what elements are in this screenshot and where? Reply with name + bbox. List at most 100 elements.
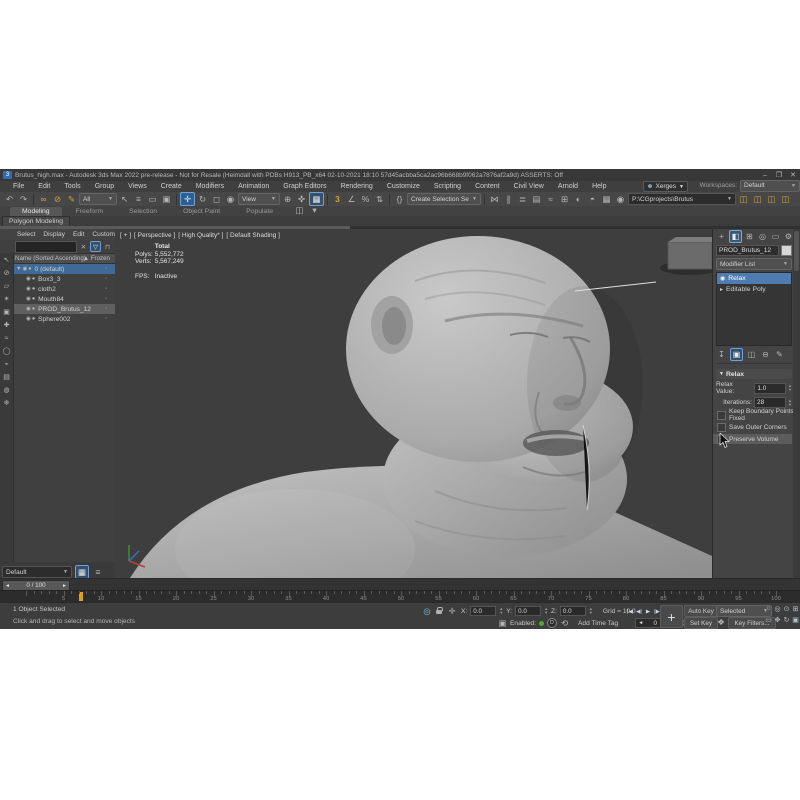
menu-content[interactable]: Content	[468, 181, 507, 192]
rect-selection-icon[interactable]: ▭	[146, 193, 159, 205]
default-set-dropdown[interactable]: Default ▼	[2, 566, 72, 578]
close-button[interactable]: ✕	[786, 170, 800, 180]
menu-group[interactable]: Group	[88, 181, 121, 192]
zoom-icon[interactable]: ○	[764, 604, 773, 613]
d-badge-icon[interactable]: D	[547, 618, 557, 628]
curve-editor-icon[interactable]: ≈	[544, 193, 557, 205]
display-lights-icon[interactable]: ✶	[1, 294, 12, 304]
signin-user-dropdown[interactable]: ☻ Xerges ▼	[643, 181, 688, 192]
spinner-arrows[interactable]: ▲▼	[788, 384, 792, 392]
configure-sets-icon[interactable]: ✎	[774, 349, 785, 360]
zoom-extents-all-icon[interactable]: ⊞	[791, 604, 800, 613]
place-icon[interactable]: ◉	[224, 193, 237, 205]
scale-icon[interactable]: ◻	[210, 193, 223, 205]
bind-spacewarp-icon[interactable]: ✎	[65, 193, 78, 205]
menu-help[interactable]: Help	[585, 181, 613, 192]
display-materials-icon[interactable]: ◍	[1, 385, 12, 395]
window-crossing-icon[interactable]: ▣	[160, 193, 173, 205]
ribbon-tab-populate[interactable]: Populate	[234, 207, 285, 216]
selection-lock-icon[interactable]	[436, 607, 443, 615]
snap-3d-icon[interactable]: 3	[331, 193, 344, 205]
prev-key-arrow[interactable]: ◄	[5, 583, 10, 589]
ribbon-config-icon[interactable]: ◫	[293, 204, 306, 216]
name-column-header[interactable]: Name (Sorted Ascending)	[15, 255, 86, 262]
coord-display-icon[interactable]: ✛	[447, 606, 457, 616]
unlink-icon[interactable]: ⊘	[51, 193, 64, 205]
align-icon[interactable]: ∥	[502, 193, 515, 205]
visibility-eye-icon[interactable]: ◉	[26, 296, 31, 302]
menu-rendering[interactable]: Rendering	[333, 181, 379, 192]
prev-frame-icon[interactable]: ◀|	[635, 606, 643, 618]
checkbox-save-outer-corners[interactable]: Save Outer Corners	[713, 422, 800, 432]
axis-field-x[interactable]: 0.0	[470, 606, 496, 616]
render-setup-icon[interactable]: ◓	[586, 193, 599, 205]
frozen-state-icon[interactable]: ▫	[105, 266, 107, 272]
hierarchy-tab-icon[interactable]: ⊞	[744, 231, 755, 242]
link-icon[interactable]: ∞	[37, 193, 50, 205]
menu-views[interactable]: Views	[121, 181, 154, 192]
display-containers-icon[interactable]: ▤	[1, 372, 12, 382]
menu-graph-editors[interactable]: Graph Editors	[276, 181, 333, 192]
checkbox-keep-boundary-points-fixed[interactable]: Keep Boundary Points Fixed	[713, 410, 800, 420]
ribbon-tab-selection[interactable]: Selection	[117, 207, 169, 216]
spinner-arrows[interactable]: ▲▼	[499, 607, 503, 615]
maximize-button[interactable]: ❐	[772, 170, 786, 180]
menu-tools[interactable]: Tools	[57, 181, 87, 192]
loop-icon[interactable]: ⟲	[560, 619, 569, 628]
remove-modifier-icon[interactable]: ⊖	[760, 349, 771, 360]
ribbon-tab-freeform[interactable]: Freeform	[64, 207, 116, 216]
ribbon-minimize-icon[interactable]: ▾	[308, 204, 321, 216]
move-icon[interactable]: ✛	[180, 192, 195, 206]
isolate-selection-icon[interactable]: ◎	[422, 606, 432, 616]
ribbon-toggle-icon[interactable]: ▤	[530, 193, 543, 205]
workspace-dropdown[interactable]: Default ▼	[740, 180, 800, 192]
viewport-pov-menu[interactable]: [ Perspective ]	[134, 232, 175, 239]
scene-explorer-columns[interactable]: Name (Sorted Ascending) ▲ Frozen	[0, 253, 115, 264]
track-config-icon[interactable]: ≡	[92, 566, 104, 578]
set-key-button[interactable]: Set Key	[684, 617, 718, 629]
frozen-state-icon[interactable]: ▫	[105, 286, 107, 292]
material-editor-icon[interactable]: ◐	[572, 193, 585, 205]
create-tab-icon[interactable]: +	[716, 231, 727, 242]
checkbox-box[interactable]	[717, 411, 726, 420]
display-tab-icon[interactable]: ▭	[770, 231, 781, 242]
motion-tab-icon[interactable]: ◎	[757, 231, 768, 242]
object-name-field[interactable]: PROD_Brutus_12	[716, 245, 779, 256]
rendered-frame-icon[interactable]: ▦	[600, 193, 613, 205]
spinner-snap-icon[interactable]: ⇅	[373, 193, 386, 205]
frozen-column-header[interactable]: Frozen	[91, 255, 110, 262]
perspective-viewport[interactable]: [ + ] [ Perspective ] [ High Quality* ] …	[115, 229, 712, 578]
viewport-shading-menu[interactable]: [ Default Shading ]	[226, 232, 279, 239]
display-bones-icon[interactable]: ⌁	[1, 359, 12, 369]
state-set-3-icon[interactable]: ◫	[765, 193, 778, 205]
visibility-eye-icon[interactable]: ◉	[26, 316, 31, 322]
filter-funnel-icon[interactable]: ▽	[90, 241, 101, 252]
menu-arnold[interactable]: Arnold	[551, 181, 585, 192]
polygon-modeling-panel-tab[interactable]: Polygon Modeling	[2, 216, 70, 226]
visibility-eye-icon[interactable]: ◉	[22, 266, 27, 272]
schematic-view-icon[interactable]: ⊞	[558, 193, 571, 205]
visibility-eye-icon[interactable]: ◉	[26, 306, 31, 312]
zoom-all-icon[interactable]: ◎	[773, 604, 782, 613]
explorer-menu-select[interactable]: Select	[14, 229, 38, 240]
scene-object-mouth84[interactable]: ◉●Mouth84▫	[13, 294, 115, 304]
modifier-list-dropdown[interactable]: Modifier List ▼	[716, 258, 792, 270]
frozen-state-icon[interactable]: ▫	[105, 296, 107, 302]
spinner-arrows[interactable]: ▲▼	[544, 607, 548, 615]
spinner-arrows[interactable]: ▲▼	[589, 607, 593, 615]
scene-object-0-default[interactable]: ▼◉●0 (default)▫	[13, 264, 115, 274]
relax-rollout-header[interactable]: ▼ Relax	[716, 369, 792, 379]
minimize-button[interactable]: –	[758, 170, 772, 180]
ribbon-tab-object-paint[interactable]: Object Paint	[171, 207, 232, 216]
search-input[interactable]	[15, 241, 77, 253]
scene-object-sphere002[interactable]: ◉●Sphere002▫	[13, 314, 115, 324]
menu-civil-view[interactable]: Civil View	[507, 181, 551, 192]
pin-stack-icon[interactable]: ↧	[716, 349, 727, 360]
select-by-name-icon[interactable]: ≡	[132, 193, 145, 205]
explorer-menu-display[interactable]: Display	[40, 229, 68, 240]
display-frozen-icon[interactable]: ❄	[1, 398, 12, 408]
frozen-state-icon[interactable]: ▫	[105, 316, 107, 322]
modify-tab-icon[interactable]: ◧	[729, 230, 742, 243]
modifier-editable-poly[interactable]: ▸Editable Poly	[717, 284, 791, 295]
display-spacewarps-icon[interactable]: ≈	[1, 333, 12, 343]
